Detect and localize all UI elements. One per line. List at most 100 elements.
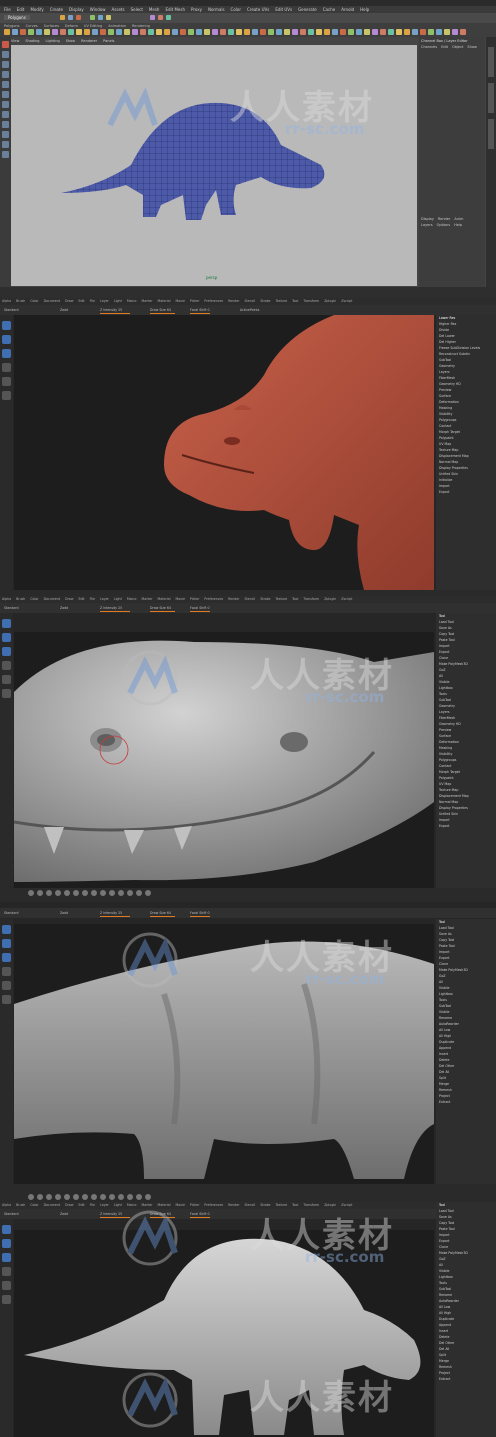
zbrush-menu-marker[interactable]: Marker	[142, 298, 153, 305]
brush-tray-icon[interactable]	[100, 1194, 106, 1200]
zbrush-menu-light[interactable]: Light	[114, 1202, 122, 1209]
brush-tray-icon[interactable]	[64, 1194, 70, 1200]
zbrush-menu-stroke[interactable]: Stroke	[260, 298, 270, 305]
zbrush-menu-brush[interactable]: Brush	[16, 596, 25, 603]
menu-item-create-uvs[interactable]: Create UVs	[247, 6, 269, 13]
menu-item-modify[interactable]: Modify	[30, 6, 43, 13]
zbrush-menu-draw[interactable]: Draw	[65, 1202, 73, 1209]
brush-tray-icon[interactable]	[118, 1194, 124, 1200]
select-tool-icon[interactable]	[60, 15, 65, 20]
zbrush-menu-movie[interactable]: Movie	[175, 596, 184, 603]
brush-tray-icon[interactable]	[64, 890, 70, 896]
viewport-menu-shading[interactable]: Shading	[25, 39, 39, 43]
zadd-button[interactable]: Zadd	[60, 908, 68, 918]
shelf-tool-icon[interactable]	[452, 29, 458, 35]
menu-item-proxy[interactable]: Proxy	[191, 6, 202, 13]
zbrush-menu-material[interactable]: Material	[158, 596, 171, 603]
zbrush-menu-preferences[interactable]: Preferences	[204, 298, 223, 305]
zbrush-menu-macro[interactable]: Macro	[127, 1202, 137, 1209]
brush-tray-icon[interactable]	[145, 1194, 151, 1200]
shelf-tool-icon[interactable]	[180, 29, 186, 35]
zbrush-menu-brush[interactable]: Brush	[16, 1202, 25, 1209]
toolbox-tool-icon[interactable]	[2, 91, 9, 98]
layer-tab-render[interactable]: Render	[438, 217, 450, 221]
shelf-tool-icon[interactable]	[100, 29, 106, 35]
menu-item-mesh[interactable]: Mesh	[149, 6, 160, 13]
left-tray-tool-icon[interactable]	[2, 321, 11, 330]
left-tray-tool-icon[interactable]	[2, 981, 11, 990]
shelf-tool-icon[interactable]	[404, 29, 410, 35]
menu-item-edit-uvs[interactable]: Edit UVs	[275, 6, 292, 13]
left-tray-tool-icon[interactable]	[2, 619, 11, 628]
zbrush-menu-light[interactable]: Light	[114, 298, 122, 305]
menu-item-create[interactable]: Create	[50, 6, 63, 13]
zbrush-menu-render[interactable]: Render	[228, 596, 239, 603]
shelf-tool-icon[interactable]	[28, 29, 34, 35]
palette-item-extract[interactable]: Extract	[436, 1376, 496, 1382]
zbrush-menu-material[interactable]: Material	[158, 1202, 171, 1209]
brush-tray-icon[interactable]	[118, 890, 124, 896]
shelf-tool-icon[interactable]	[316, 29, 322, 35]
shelf-tool-icon[interactable]	[204, 29, 210, 35]
toolbox-tool-icon[interactable]	[2, 101, 9, 108]
zbrush-menu-edit[interactable]: Edit	[78, 596, 84, 603]
zbrush-menu-transform[interactable]: Transform	[303, 596, 319, 603]
zbrush-canvas[interactable]	[14, 632, 434, 888]
zbrush-menu-draw[interactable]: Draw	[65, 298, 73, 305]
brush-tray-icon[interactable]	[127, 1194, 133, 1200]
brush-tray-icon[interactable]	[145, 890, 151, 896]
shelf-tool-icon[interactable]	[396, 29, 402, 35]
shelf-tool-icon[interactable]	[444, 29, 450, 35]
zbrush-menu-zscript[interactable]: Zscript	[341, 1202, 352, 1209]
zbrush-menu-transform[interactable]: Transform	[303, 298, 319, 305]
channel-box-tab-edit[interactable]: Edit	[441, 45, 448, 49]
left-tray-tool-icon[interactable]	[2, 925, 11, 934]
brush-tray-icon[interactable]	[136, 890, 142, 896]
left-tray-tool-icon[interactable]	[2, 661, 11, 670]
zbrush-menu-zplugin[interactable]: Zplugin	[324, 298, 336, 305]
palette-item-export[interactable]: Export	[436, 489, 496, 495]
menu-item-edit-mesh[interactable]: Edit Mesh	[165, 6, 185, 13]
ipr-render-icon[interactable]	[158, 15, 163, 20]
shelf-tool-icon[interactable]	[92, 29, 98, 35]
viewport-menu-panels[interactable]: Panels	[103, 39, 114, 43]
left-tray-tool-icon[interactable]	[2, 1295, 11, 1304]
toolbox-tool-icon[interactable]	[2, 71, 9, 78]
shelf-tool-icon[interactable]	[268, 29, 274, 35]
zadd-button[interactable]: Zadd	[60, 603, 68, 613]
zbrush-menu-edit[interactable]: Edit	[78, 1202, 84, 1209]
left-tray-tool-icon[interactable]	[2, 633, 11, 642]
brush-tray-icon[interactable]	[46, 890, 52, 896]
brush-tray-icon[interactable]	[82, 890, 88, 896]
layer-tab-anim[interactable]: Anim	[454, 217, 463, 221]
brush-tray-icon[interactable]	[91, 1194, 97, 1200]
shelf-tool-icon[interactable]	[124, 29, 130, 35]
zbrush-menu-movie[interactable]: Movie	[175, 1202, 184, 1209]
brush-tray-icon[interactable]	[46, 1194, 52, 1200]
right-tab-channel-box[interactable]	[488, 83, 494, 113]
layer-menu-options[interactable]: Options	[437, 223, 451, 227]
zbrush-menu-picker[interactable]: Picker	[190, 596, 200, 603]
shelf-tool-icon[interactable]	[308, 29, 314, 35]
shelf-tool-icon[interactable]	[332, 29, 338, 35]
zbrush-menu-layer[interactable]: Layer	[100, 596, 109, 603]
shelf-tool-icon[interactable]	[68, 29, 74, 35]
zbrush-menu-zplugin[interactable]: Zplugin	[324, 596, 336, 603]
menu-item-window[interactable]: Window	[90, 6, 106, 13]
zbrush-menu-stroke[interactable]: Stroke	[260, 596, 270, 603]
left-tray-tool-icon[interactable]	[2, 1267, 11, 1276]
left-tray-tool-icon[interactable]	[2, 349, 11, 358]
zbrush-menu-transform[interactable]: Transform	[303, 1202, 319, 1209]
menu-item-select[interactable]: Select	[131, 6, 143, 13]
shelf-tool-icon[interactable]	[52, 29, 58, 35]
brush-tray-icon[interactable]	[136, 1194, 142, 1200]
layer-menu-help[interactable]: Help	[454, 223, 462, 227]
lasso-icon[interactable]	[68, 15, 73, 20]
zbrush-menu-texture[interactable]: Texture	[275, 1202, 287, 1209]
viewport-menu-show[interactable]: Show	[66, 39, 75, 43]
shelf-tool-icon[interactable]	[20, 29, 26, 35]
left-tray-tool-icon[interactable]	[2, 953, 11, 962]
zbrush-menu-light[interactable]: Light	[114, 596, 122, 603]
mode-selector[interactable]: Polygons	[4, 15, 30, 20]
toolbox-tool-icon[interactable]	[2, 41, 9, 48]
